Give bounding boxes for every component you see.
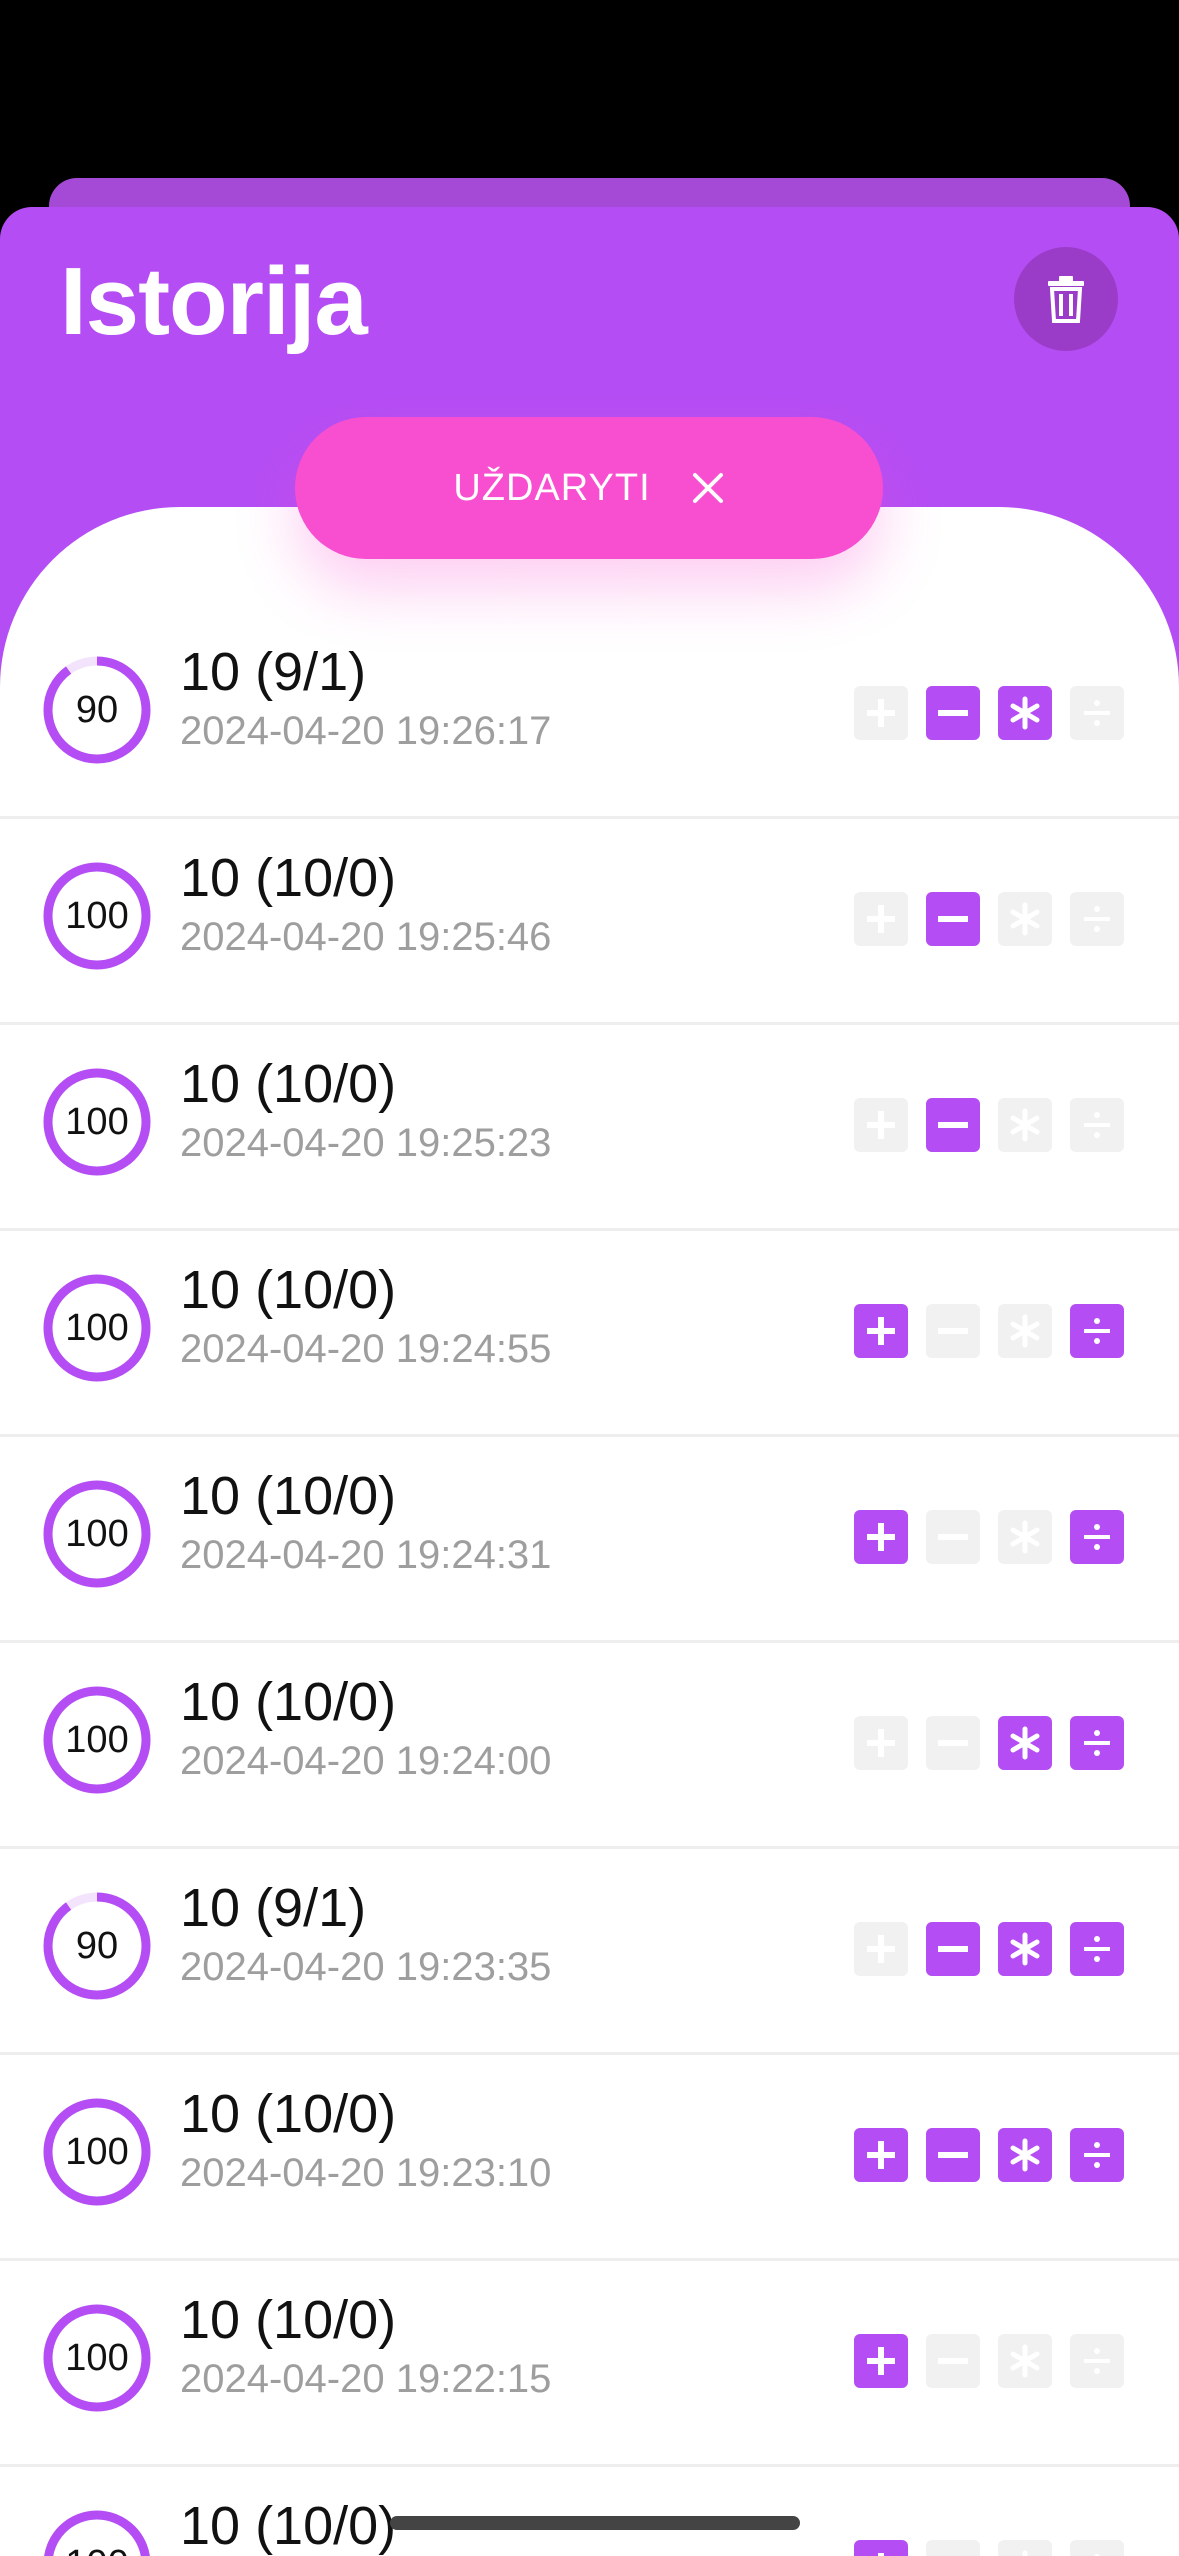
- plus-icon: [854, 1098, 908, 1152]
- multiply-icon: [998, 1510, 1052, 1564]
- operators: [854, 686, 1124, 740]
- operators: [854, 1716, 1124, 1770]
- minus-icon: [926, 1716, 980, 1770]
- multiply-icon: [998, 2540, 1052, 2556]
- timestamp: 2024-04-20 19:25:46: [180, 915, 552, 959]
- score-text: 10 (10/0): [180, 2290, 397, 2350]
- divide-icon: [1070, 686, 1124, 740]
- page-title: Istorija: [60, 248, 368, 355]
- score-text: 10 (10/0): [180, 2496, 397, 2556]
- divide-icon: [1070, 2334, 1124, 2388]
- multiply-icon: [998, 892, 1052, 946]
- score-percent: 100: [40, 2507, 154, 2556]
- home-indicator: [390, 2516, 800, 2530]
- score-text: 10 (10/0): [180, 1260, 397, 1320]
- score-percent: 100: [65, 2130, 129, 2173]
- operators: [854, 2334, 1124, 2388]
- plus-icon: [854, 1510, 908, 1564]
- minus-icon: [926, 1098, 980, 1152]
- plus-icon: [854, 2334, 908, 2388]
- history-row[interactable]: 100 10 (10/0) 2024-04-20 19:25:46: [0, 819, 1179, 1025]
- operators: [854, 1098, 1124, 1152]
- history-row[interactable]: 100 10 (10/0) 2024-04-20 19:22:15: [0, 2261, 1179, 2467]
- operators: [854, 1304, 1124, 1358]
- history-row[interactable]: 100 10 (10/0) 2024-04-20 19:24:00: [0, 1643, 1179, 1849]
- timestamp: 2024-04-20 19:24:55: [180, 1327, 552, 1371]
- minus-icon: [926, 686, 980, 740]
- score-text: 10 (10/0): [180, 2084, 397, 2144]
- multiply-icon: [998, 1716, 1052, 1770]
- multiply-icon: [998, 1304, 1052, 1358]
- score-text: 10 (10/0): [180, 1054, 397, 1114]
- history-sheet: Istorija UŽDARYTI 90 10 (9/1) 2024-04-20 1…: [0, 207, 1179, 2556]
- history-row[interactable]: 100 10 (10/0) 2024-04-20 19:24:31: [0, 1437, 1179, 1643]
- delete-history-button[interactable]: [1014, 247, 1118, 351]
- divide-icon: [1070, 892, 1124, 946]
- score-percent: 100: [65, 894, 129, 937]
- history-row[interactable]: 100 10 (10/0) 2024-04-20 19:24:55: [0, 1231, 1179, 1437]
- multiply-icon: [998, 2128, 1052, 2182]
- multiply-icon: [998, 1098, 1052, 1152]
- minus-icon: [926, 2334, 980, 2388]
- minus-icon: [926, 2540, 980, 2556]
- history-row[interactable]: 90 10 (9/1) 2024-04-20 19:26:17: [0, 613, 1179, 819]
- timestamp: 2024-04-20 19:26:17: [180, 709, 552, 753]
- score-percent: 100: [65, 1306, 129, 1349]
- operators: [854, 1922, 1124, 1976]
- timestamp: 2024-04-20 19:22:15: [180, 2357, 552, 2401]
- timestamp: 2024-04-20 19:24:31: [180, 1533, 552, 1577]
- close-button[interactable]: UŽDARYTI: [295, 417, 883, 559]
- history-row[interactable]: 100 10 (10/0): [0, 2467, 1179, 2556]
- divide-icon: [1070, 2128, 1124, 2182]
- multiply-icon: [998, 2334, 1052, 2388]
- trash-icon: [1048, 276, 1084, 323]
- close-button-label: UŽDARYTI: [453, 466, 651, 509]
- operators: [854, 2128, 1124, 2182]
- score-percent: 100: [65, 1100, 129, 1143]
- plus-icon: [854, 2128, 908, 2182]
- divide-icon: [1070, 1304, 1124, 1358]
- divide-icon: [1070, 1098, 1124, 1152]
- minus-icon: [926, 1304, 980, 1358]
- timestamp: 2024-04-20 19:23:10: [180, 2151, 552, 2195]
- plus-icon: [854, 2540, 908, 2556]
- plus-icon: [854, 1304, 908, 1358]
- multiply-icon: [998, 686, 1052, 740]
- minus-icon: [926, 1922, 980, 1976]
- history-row[interactable]: 100 10 (10/0) 2024-04-20 19:23:10: [0, 2055, 1179, 2261]
- score-percent: 100: [65, 1718, 129, 1761]
- score-percent: 90: [75, 688, 119, 731]
- minus-icon: [926, 892, 980, 946]
- divide-icon: [1070, 1716, 1124, 1770]
- score-percent: 100: [65, 1512, 129, 1555]
- plus-icon: [854, 1922, 908, 1976]
- timestamp: 2024-04-20 19:23:35: [180, 1945, 552, 1989]
- score-text: 10 (10/0): [180, 1672, 397, 1732]
- multiply-icon: [998, 1922, 1052, 1976]
- divide-icon: [1070, 2540, 1124, 2556]
- history-row[interactable]: 90 10 (9/1) 2024-04-20 19:23:35: [0, 1849, 1179, 2055]
- score-percent: 90: [75, 1924, 119, 1967]
- history-row[interactable]: 100 10 (10/0) 2024-04-20 19:25:23: [0, 1025, 1179, 1231]
- score-percent: 100: [65, 2336, 129, 2379]
- close-icon: [692, 473, 723, 503]
- minus-icon: [926, 2128, 980, 2182]
- plus-icon: [854, 686, 908, 740]
- operators: [854, 2540, 1124, 2556]
- score-text: 10 (9/1): [180, 642, 367, 702]
- divide-icon: [1070, 1510, 1124, 1564]
- operators: [854, 892, 1124, 946]
- timestamp: 2024-04-20 19:24:00: [180, 1739, 552, 1783]
- history-list: 90 10 (9/1) 2024-04-20 19:26:17 100 10 (10/0…: [0, 613, 1179, 2556]
- operators: [854, 1510, 1124, 1564]
- plus-icon: [854, 1716, 908, 1770]
- minus-icon: [926, 1510, 980, 1564]
- score-text: 10 (10/0): [180, 1466, 397, 1526]
- score-text: 10 (10/0): [180, 848, 397, 908]
- plus-icon: [854, 892, 908, 946]
- timestamp: 2024-04-20 19:25:23: [180, 1121, 552, 1165]
- score-text: 10 (9/1): [180, 1878, 367, 1938]
- divide-icon: [1070, 1922, 1124, 1976]
